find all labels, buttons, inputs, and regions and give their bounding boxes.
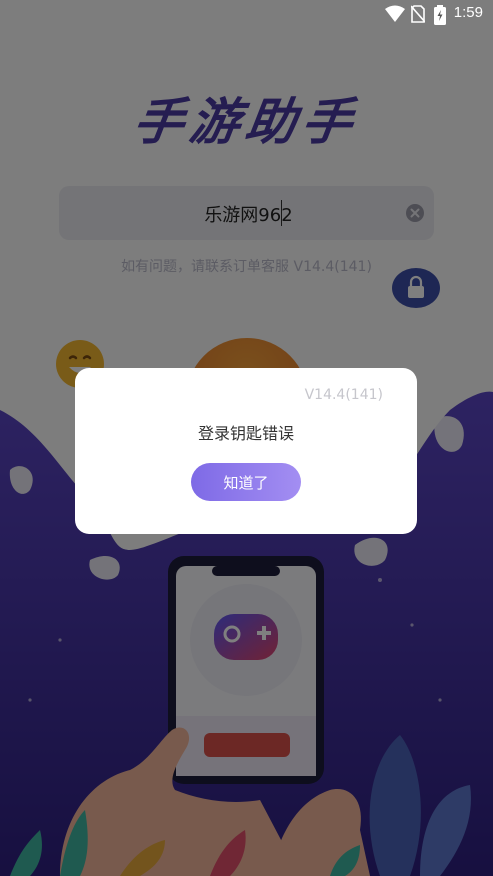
confirm-button[interactable]: 知道了 bbox=[191, 463, 301, 501]
status-time: 1:59 bbox=[453, 4, 483, 21]
wifi-icon bbox=[385, 5, 405, 22]
error-dialog: V14.4(141) 登录钥匙错误 知道了 bbox=[75, 368, 417, 534]
battery-charging-icon bbox=[434, 5, 446, 25]
no-sim-icon bbox=[411, 5, 425, 23]
app-screen: 手游助手 如有问题，请联系订单客服 V14.4(141) bbox=[0, 0, 493, 876]
dialog-version: V14.4(141) bbox=[304, 387, 383, 403]
status-bar: 1:59 bbox=[0, 0, 493, 28]
dialog-message: 登录钥匙错误 bbox=[197, 424, 294, 443]
